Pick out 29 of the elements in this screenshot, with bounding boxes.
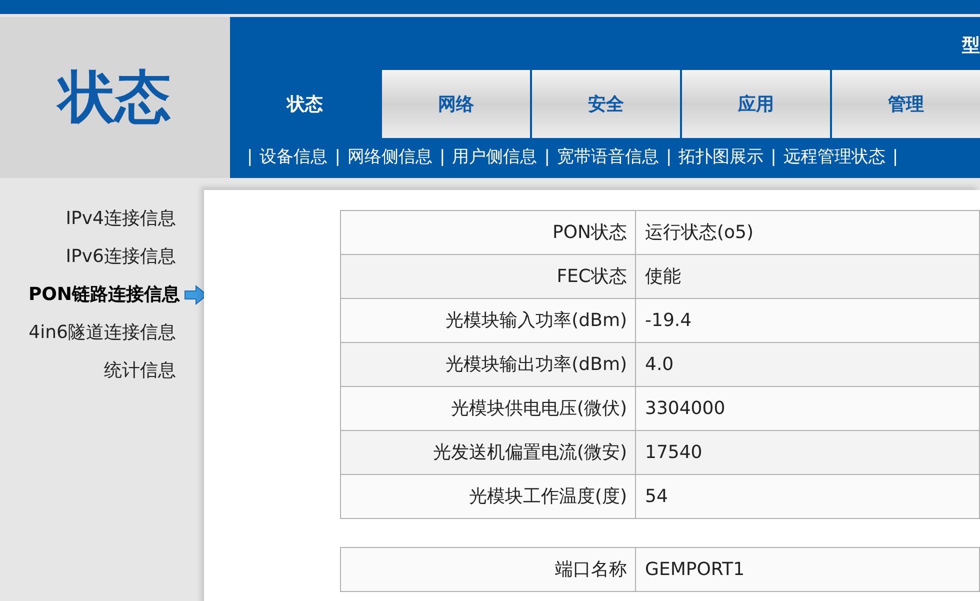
nav-tab[interactable]: 网络 <box>382 70 530 138</box>
separator: | <box>438 146 446 170</box>
sidebar-link[interactable]: IPv6连接信息 <box>66 246 176 268</box>
separator: | <box>334 146 342 170</box>
sidebar-link[interactable]: IPv4连接信息 <box>66 208 176 230</box>
submenu-link[interactable]: 设备信息 <box>260 145 328 171</box>
sidebar-link[interactable]: 4in6隧道连接信息 <box>28 322 176 344</box>
nav-tab[interactable]: 应用 <box>682 70 830 138</box>
model-label: 型 <box>962 37 980 55</box>
separator: | <box>543 146 551 170</box>
nav-tab[interactable]: 安全 <box>532 70 680 138</box>
submenu-link[interactable]: 远程管理状态 <box>783 145 886 171</box>
field-label: 端口名称 <box>340 548 636 592</box>
field-value: 54 <box>636 474 980 518</box>
submenu-link[interactable]: 网络侧信息 <box>347 145 432 171</box>
separator: | <box>664 146 673 170</box>
sidebar-link[interactable]: PON链路连接信息 <box>28 284 180 306</box>
sidebar-link[interactable]: 统计信息 <box>104 360 176 382</box>
separator: | <box>246 146 254 170</box>
field-label: 光模块工作温度(度) <box>340 474 636 518</box>
field-label: PON状态 <box>340 210 636 254</box>
submenu-link[interactable]: 用户侧信息 <box>452 145 538 171</box>
field-value: GEMPORT1 <box>636 548 980 592</box>
submenu-link[interactable]: 拓扑图展示 <box>678 145 764 171</box>
submenu-link[interactable]: 宽带语音信息 <box>556 145 659 171</box>
separator: | <box>770 146 778 170</box>
separator: | <box>891 146 900 170</box>
field-value: 运行状态(o5) <box>636 210 980 254</box>
nav-tab[interactable]: 管理 <box>832 70 980 138</box>
